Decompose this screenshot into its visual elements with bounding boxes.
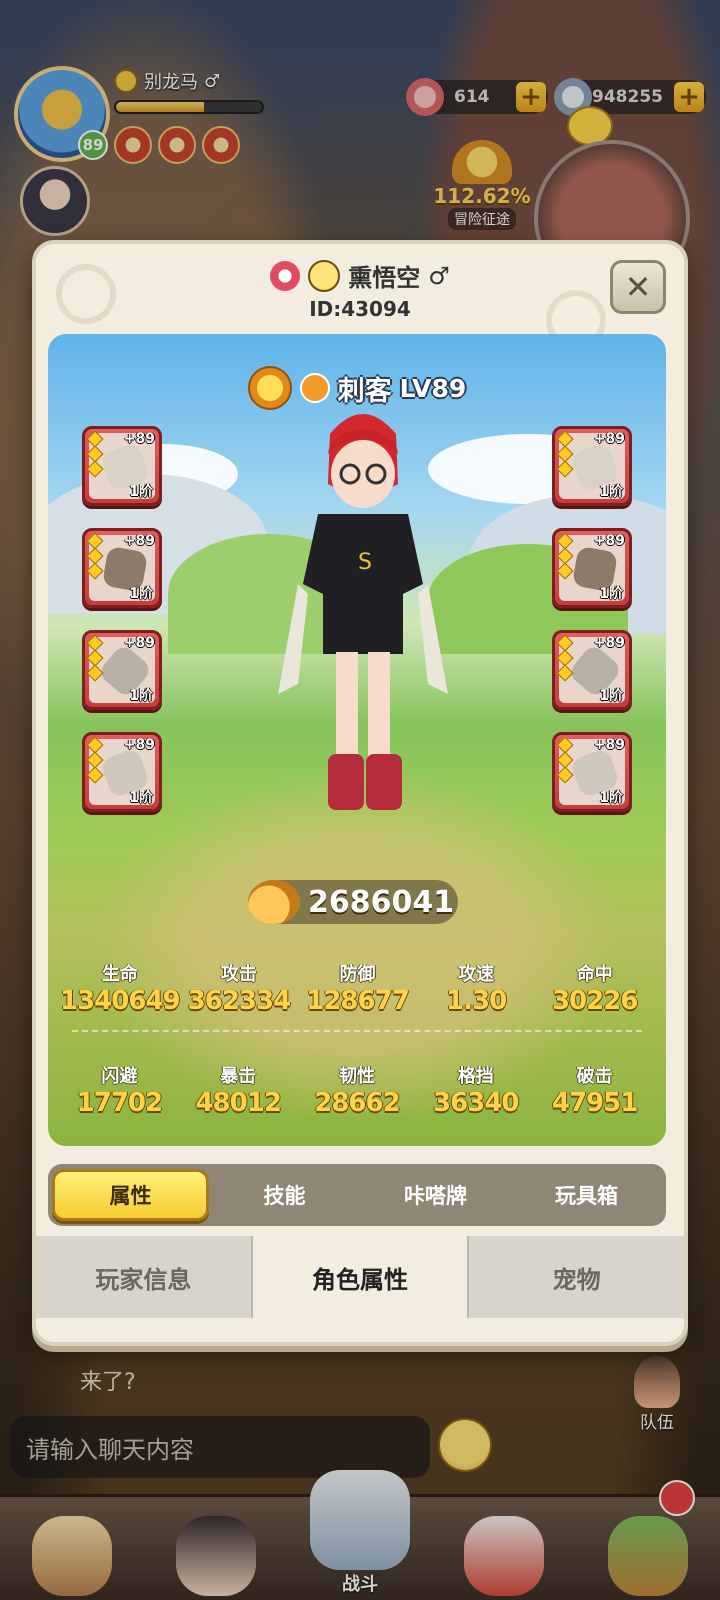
stat-label: 防御 xyxy=(339,964,376,985)
main-tab-bar: 玩家信息 角色属性 宠物 xyxy=(36,1236,685,1318)
equipment-enhance: +89 xyxy=(593,533,625,549)
equipment-tier: 1阶 xyxy=(599,484,623,500)
stat-label: 格挡 xyxy=(457,1066,494,1087)
combat-power-value: 2686041 xyxy=(308,884,455,920)
sub-tab-3[interactable]: 咔嗒牌 xyxy=(360,1169,511,1221)
stat-cell: 攻击 362334 xyxy=(180,960,299,1016)
main-tab-1[interactable]: 玩家信息 xyxy=(36,1236,253,1318)
stat-value: 362334 xyxy=(187,986,292,1016)
equipment-slot-left-4[interactable]: +89 1阶 xyxy=(82,732,162,812)
star-rank-icon xyxy=(556,430,574,478)
stat-label: 破击 xyxy=(576,1066,613,1087)
star-rank-icon xyxy=(86,736,104,784)
main-tab-3[interactable]: 宠物 xyxy=(469,1236,685,1318)
equipment-enhance: +89 xyxy=(593,635,625,651)
main-tab-2[interactable]: 角色属性 xyxy=(252,1236,470,1318)
stat-cell: 攻速 1.30 xyxy=(417,960,536,1016)
stats-divider xyxy=(72,1030,642,1032)
stat-label: 命中 xyxy=(576,964,613,985)
stat-cell: 生命 1340649 xyxy=(60,960,181,1016)
stat-value: 1.30 xyxy=(446,986,507,1016)
equipment-tier: 1阶 xyxy=(129,688,153,704)
sub-tab-2[interactable]: 技能 xyxy=(209,1169,360,1221)
stat-label: 暴击 xyxy=(220,1066,257,1087)
sub-tab-4[interactable]: 玩具箱 xyxy=(511,1169,662,1221)
dialog-header: 熏悟空 ♂ ID:43094 xyxy=(36,258,684,321)
star-rank-icon xyxy=(86,532,104,580)
dialog-player-name: 熏悟空 xyxy=(348,264,421,292)
stat-label: 生命 xyxy=(101,964,138,985)
character-model: S xyxy=(278,414,448,810)
stat-value: 36340 xyxy=(433,1088,519,1118)
equipment-tier: 1阶 xyxy=(129,790,153,806)
combat-power: 2686041 xyxy=(248,880,458,924)
equipment-slot-right-3[interactable]: +89 1阶 xyxy=(552,630,632,710)
star-rank-icon xyxy=(556,736,574,784)
muscle-arm-icon xyxy=(248,880,300,924)
character-scene: 刺客 LV89 S +89 1阶 +89 1阶 +89 1阶 +89 1阶 +89 1阶 +89 1… xyxy=(48,334,666,1146)
equipment-slot-right-1[interactable]: +89 1阶 xyxy=(552,426,632,506)
stats-row: 闪避 17702 暴击 48012 韧性 28662 格挡 36340 破击 47951 xyxy=(60,1062,654,1118)
equipment-slot-right-4[interactable]: +89 1阶 xyxy=(552,732,632,812)
star-rank-icon xyxy=(86,634,104,682)
equipment-tier: 1阶 xyxy=(129,484,153,500)
stat-value: 48012 xyxy=(195,1088,281,1118)
stat-value: 30226 xyxy=(551,986,638,1016)
stat-label: 攻击 xyxy=(220,964,257,985)
equipment-tier: 1阶 xyxy=(599,586,623,602)
stat-label: 闪避 xyxy=(101,1066,138,1087)
equipment-enhance: +89 xyxy=(593,737,625,753)
close-button[interactable]: ✕ xyxy=(610,260,666,314)
equipment-enhance: +89 xyxy=(123,431,155,447)
star-rank-icon xyxy=(556,634,574,682)
equipment-enhance: +89 xyxy=(123,533,155,549)
stat-value: 1340649 xyxy=(60,986,181,1016)
gender-icon: ♂ xyxy=(428,261,450,290)
equipment-slot-left-3[interactable]: +89 1阶 xyxy=(82,630,162,710)
stat-label: 韧性 xyxy=(338,1066,375,1087)
equipment-enhance: +89 xyxy=(593,431,625,447)
stat-value: 128677 xyxy=(306,986,410,1016)
key-icon xyxy=(270,260,301,291)
stat-value: 17702 xyxy=(76,1088,163,1118)
player-info-dialog: 熏悟空 ♂ ID:43094 ✕ 刺客 LV89 S +89 1阶 +89 1阶… xyxy=(32,240,688,1346)
stat-label: 攻速 xyxy=(458,964,495,985)
stat-cell: 破击 47951 xyxy=(535,1062,654,1118)
stat-cell: 防御 128677 xyxy=(298,960,417,1016)
stat-cell: 闪避 17702 xyxy=(60,1062,179,1118)
stats-row: 生命 1340649 攻击 362334 防御 128677 攻速 1.30 命中 30226 xyxy=(60,960,654,1016)
stat-value: 28662 xyxy=(314,1088,400,1118)
equipment-slot-left-2[interactable]: +89 1阶 xyxy=(82,528,162,608)
equipment-slot-right-2[interactable]: +89 1阶 xyxy=(552,528,632,608)
dialog-player-id: ID:43094 xyxy=(309,297,411,321)
equipment-enhance: +89 xyxy=(123,635,155,651)
dialog-name-row: 熏悟空 ♂ xyxy=(36,258,684,293)
stat-cell: 韧性 28662 xyxy=(298,1062,417,1118)
stat-value: 47951 xyxy=(551,1088,638,1118)
sub-tab-bar: 属性 技能 咔嗒牌 玩具箱 xyxy=(48,1164,666,1226)
equipment-enhance: +89 xyxy=(123,737,155,753)
svg-text:S: S xyxy=(358,550,372,575)
stat-cell: 格挡 36340 xyxy=(416,1062,535,1118)
equipment-slot-left-1[interactable]: +89 1阶 xyxy=(82,426,162,506)
equipment-tier: 1阶 xyxy=(599,688,623,704)
equipment-tier: 1阶 xyxy=(129,586,153,602)
sub-tab-1[interactable]: 属性 xyxy=(52,1169,209,1221)
stat-cell: 暴击 48012 xyxy=(179,1062,298,1118)
star-rank-icon xyxy=(556,532,574,580)
equipment-tier: 1阶 xyxy=(599,790,623,806)
stat-cell: 命中 30226 xyxy=(535,960,654,1016)
star-rank-icon xyxy=(86,430,104,478)
smile-icon xyxy=(308,259,341,292)
